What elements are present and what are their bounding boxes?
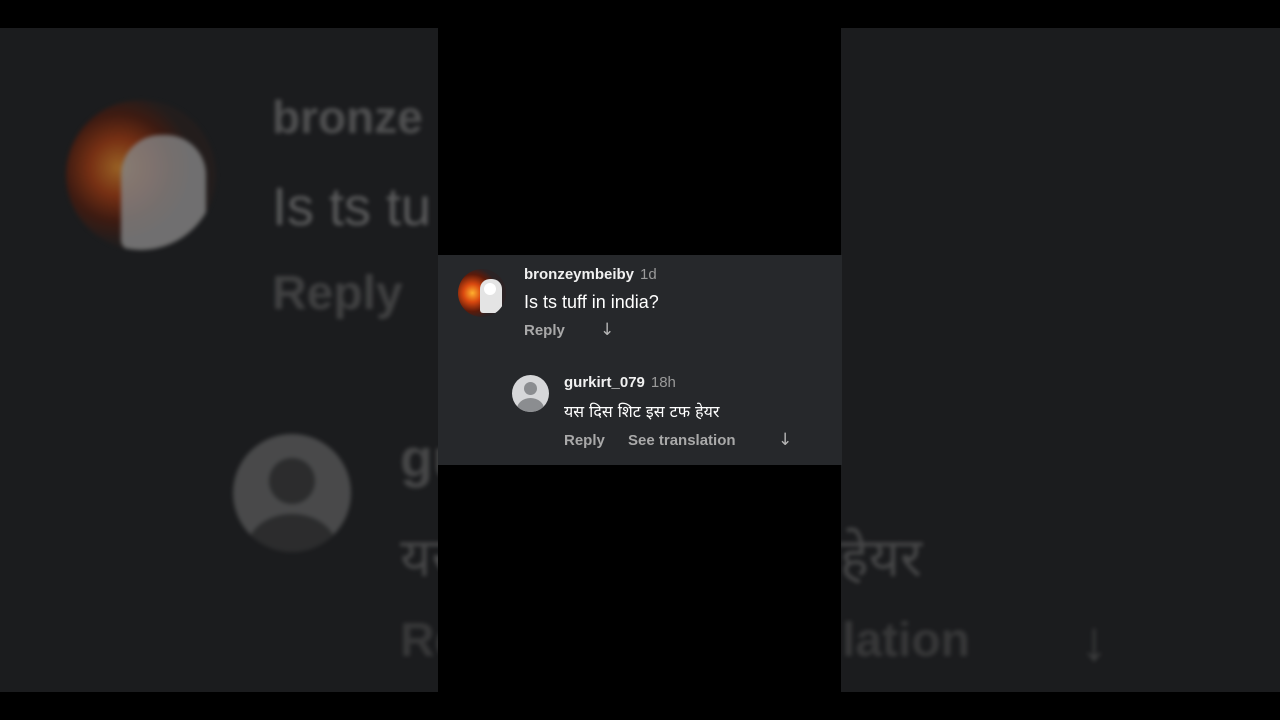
comment-username[interactable]: bronzeymbeiby 1d — [524, 266, 657, 283]
comment-timestamp: 1d — [640, 266, 657, 283]
reply-reply-button[interactable]: Reply — [564, 432, 605, 449]
backdrop-translation: lation — [842, 614, 970, 667]
backdrop-reply-text-right: हेयर — [840, 528, 923, 588]
arrow-down-icon[interactable]: ↓ — [600, 320, 614, 340]
comment-text: Is ts tuff in india? — [524, 292, 659, 312]
backdrop-avatar-image — [66, 100, 216, 250]
reply-button[interactable]: Reply — [524, 322, 565, 339]
reply-username[interactable]: gurkirt_079 18h — [564, 374, 676, 391]
backdrop-username: bronze — [272, 91, 423, 143]
reply-text: यस दिस शिट इस टफ हेयर — [564, 402, 720, 421]
backdrop-reply: Reply — [272, 267, 403, 320]
reply-arrow-down-icon[interactable]: ↓ — [778, 430, 792, 450]
comment-card: bronzeymbeiby 1d Is ts tuff in india? Rep… — [438, 255, 842, 465]
avatar[interactable] — [458, 269, 506, 317]
backdrop-comment: Is ts tu — [272, 177, 432, 237]
backdrop-default-avatar — [233, 434, 351, 552]
see-translation-button[interactable]: See translation — [628, 432, 736, 449]
reply-username-text[interactable]: gurkirt_079 — [564, 374, 645, 391]
reply-timestamp: 18h — [650, 374, 676, 391]
reply-avatar[interactable] — [512, 375, 549, 412]
comment-username-text[interactable]: bronzeymbeiby — [524, 266, 634, 283]
backdrop-arrow-down-icon: ↓ — [1080, 609, 1108, 672]
